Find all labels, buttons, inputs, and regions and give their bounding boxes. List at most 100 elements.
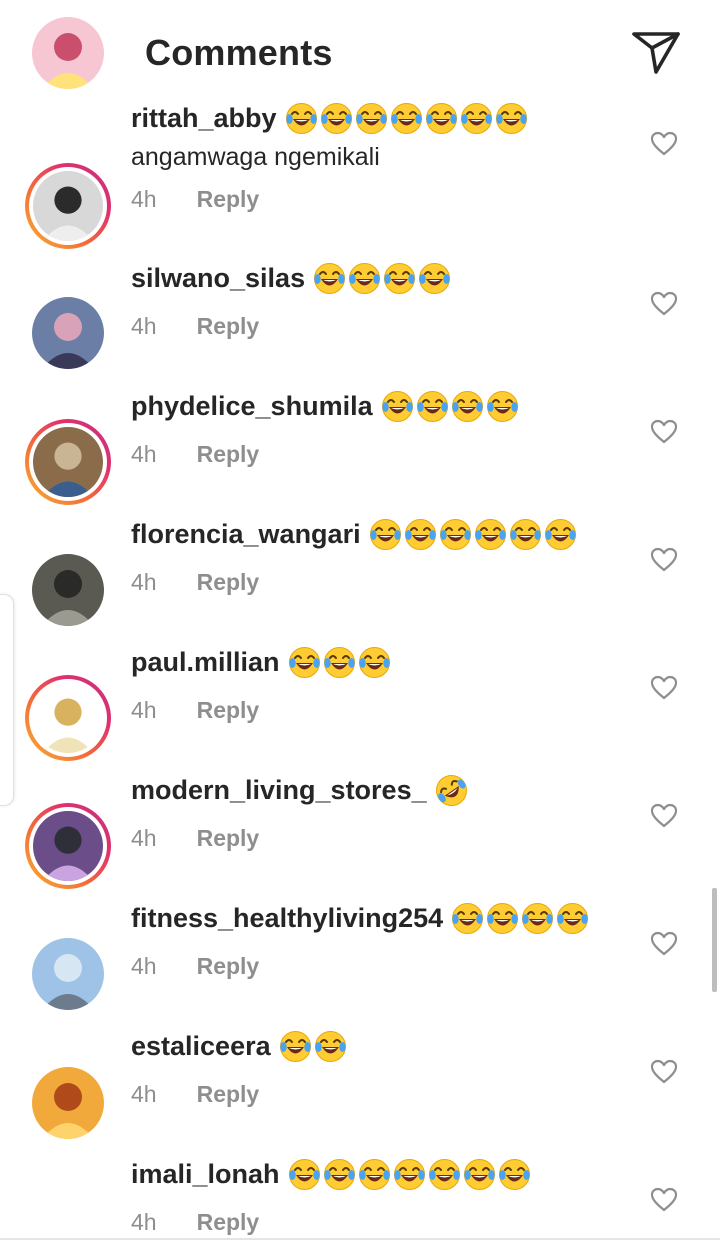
like-button[interactable] xyxy=(650,675,678,701)
like-button[interactable] xyxy=(650,931,678,957)
heart-icon xyxy=(650,419,678,444)
heart-icon xyxy=(650,675,678,700)
tears-of-joy-emoji-icon xyxy=(487,903,519,934)
username[interactable]: fitness_healthyliving254 xyxy=(131,903,443,934)
like-button[interactable] xyxy=(650,291,678,317)
tears-of-joy-emoji-icon xyxy=(486,391,518,422)
heart-icon xyxy=(650,1059,678,1084)
comment-meta: 4h Reply xyxy=(131,825,259,852)
reply-button[interactable]: Reply xyxy=(197,1081,260,1108)
tears-of-joy-emoji-icon xyxy=(393,1159,425,1190)
tears-of-joy-emoji-icon xyxy=(544,519,576,550)
avatar[interactable] xyxy=(25,931,111,1017)
tears-of-joy-emoji-icon xyxy=(279,1031,311,1062)
timestamp: 4h xyxy=(131,1209,157,1235)
tears-of-joy-emoji-icon xyxy=(522,903,554,934)
comment-header: imali_lonah xyxy=(131,1158,531,1191)
comment-meta: 4h Reply xyxy=(131,569,259,596)
emoji-group xyxy=(451,902,589,935)
profile-photo xyxy=(33,427,103,497)
comment-meta: 4h Reply xyxy=(131,1209,259,1236)
tears-of-joy-emoji-icon xyxy=(474,519,506,550)
like-button[interactable] xyxy=(650,131,678,157)
rofl-emoji-icon xyxy=(435,775,467,806)
comment-header: fitness_healthyliving254 xyxy=(131,902,589,935)
tears-of-joy-emoji-icon xyxy=(498,1159,530,1190)
timestamp: 4h xyxy=(131,441,157,467)
tears-of-joy-emoji-icon xyxy=(314,1031,346,1062)
reply-button[interactable]: Reply xyxy=(197,313,260,340)
avatar[interactable] xyxy=(25,1060,111,1146)
tears-of-joy-emoji-icon xyxy=(358,1159,390,1190)
username[interactable]: modern_living_stores_ xyxy=(131,775,427,806)
tears-of-joy-emoji-icon xyxy=(288,647,320,678)
username[interactable]: phydelice_shumila xyxy=(131,391,373,422)
comment-meta: 4h Reply xyxy=(131,697,259,724)
emoji-group xyxy=(381,390,519,423)
tears-of-joy-emoji-icon xyxy=(358,647,390,678)
profile-photo xyxy=(32,297,104,369)
timestamp: 4h xyxy=(131,313,157,339)
comment-header: modern_living_stores_ 🤣 1 xyxy=(131,774,468,807)
comment-meta: 4h Reply xyxy=(131,186,259,213)
timestamp: 4h xyxy=(131,569,157,595)
comment-meta: 4h Reply xyxy=(131,953,259,980)
avatar[interactable] xyxy=(25,803,111,889)
username[interactable]: silwano_silas xyxy=(131,263,305,294)
tears-of-joy-emoji-icon xyxy=(381,391,413,422)
like-button[interactable] xyxy=(650,419,678,445)
avatar[interactable] xyxy=(25,675,111,761)
timestamp: 4h xyxy=(131,186,157,212)
profile-photo xyxy=(33,811,103,881)
profile-photo xyxy=(33,683,103,753)
reply-button[interactable]: Reply xyxy=(197,186,260,213)
comment-header: florencia_wangari xyxy=(131,518,577,551)
comment-header: phydelice_shumila xyxy=(131,390,519,423)
tears-of-joy-emoji-icon xyxy=(416,391,448,422)
avatar[interactable] xyxy=(25,163,111,249)
comment-header: silwano_silas xyxy=(131,262,451,295)
like-button[interactable] xyxy=(650,547,678,573)
username[interactable]: estaliceera xyxy=(131,1031,271,1062)
emoji-group xyxy=(369,518,577,551)
comment-meta: 4h Reply xyxy=(131,313,259,340)
reply-button[interactable]: Reply xyxy=(197,825,260,852)
comment-meta: 4h Reply xyxy=(131,1081,259,1108)
timestamp: 4h xyxy=(131,953,157,979)
tears-of-joy-emoji-icon xyxy=(369,519,401,550)
profile-photo xyxy=(32,938,104,1010)
username[interactable]: imali_lonah xyxy=(131,1159,280,1190)
side-drawer-edge[interactable] xyxy=(0,594,14,806)
reply-button[interactable]: Reply xyxy=(197,697,260,724)
username[interactable]: florencia_wangari xyxy=(131,519,361,550)
like-button[interactable] xyxy=(650,1187,678,1213)
like-button[interactable] xyxy=(650,803,678,829)
reply-button[interactable]: Reply xyxy=(197,569,260,596)
profile-photo xyxy=(32,1067,104,1139)
avatar[interactable] xyxy=(25,290,111,376)
heart-icon xyxy=(650,291,678,316)
comment-header: estaliceera 😂 2 xyxy=(131,1030,347,1063)
tears-of-joy-emoji-icon xyxy=(452,903,484,934)
reply-button[interactable]: Reply xyxy=(197,441,260,468)
tears-of-joy-emoji-icon xyxy=(451,391,483,422)
reply-button[interactable]: Reply xyxy=(197,953,260,980)
heart-icon xyxy=(650,931,678,956)
avatar[interactable] xyxy=(25,547,111,633)
timestamp: 4h xyxy=(131,697,157,723)
reply-button[interactable]: Reply xyxy=(197,1209,260,1236)
tears-of-joy-emoji-icon xyxy=(288,1159,320,1190)
tears-of-joy-emoji-icon xyxy=(439,519,471,550)
emoji-group xyxy=(435,774,468,807)
tears-of-joy-emoji-icon xyxy=(349,263,381,294)
comment-row[interactable]: imali_lonah 4h Reply xyxy=(0,0,720,1235)
tears-of-joy-emoji-icon xyxy=(557,903,589,934)
tears-of-joy-emoji-icon xyxy=(314,263,346,294)
heart-icon xyxy=(650,1187,678,1212)
scrollbar[interactable] xyxy=(712,888,717,992)
like-button[interactable] xyxy=(650,1059,678,1085)
avatar[interactable] xyxy=(25,419,111,505)
comment-text: angamwaga ngemikali xyxy=(131,143,380,171)
timestamp: 4h xyxy=(131,825,157,851)
username[interactable]: paul.millian xyxy=(131,647,280,678)
